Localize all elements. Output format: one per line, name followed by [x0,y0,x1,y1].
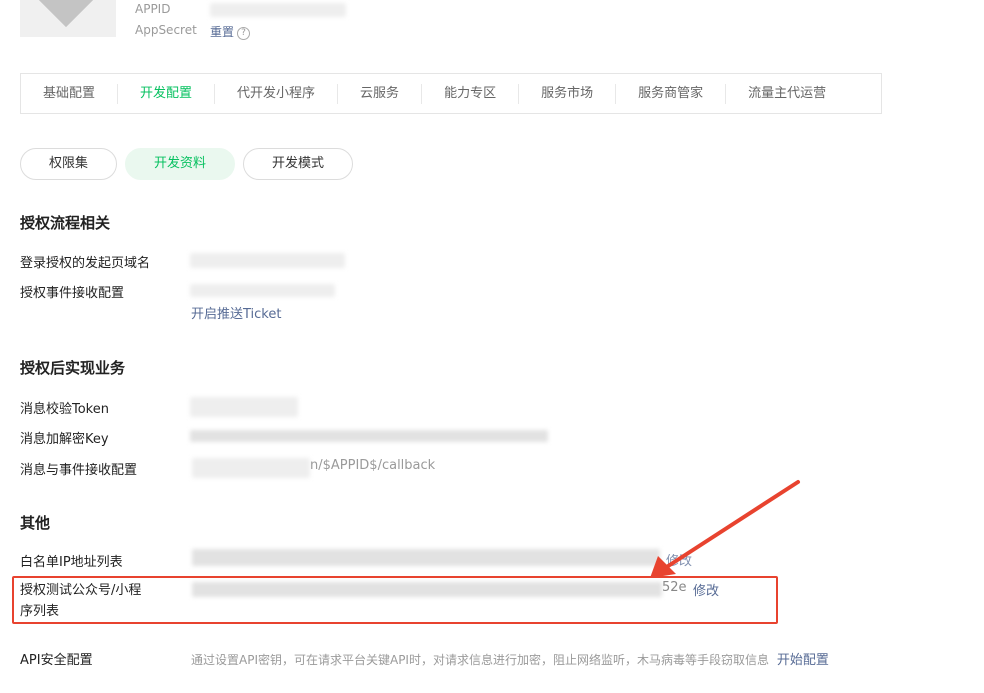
msg-event-value-redacted [192,458,310,478]
tab-basic-config[interactable]: 基础配置 [21,83,119,104]
login-domain-label: 登录授权的发起页域名 [20,256,151,271]
sub-tabs: 权限集 开发资料 开发模式 [20,148,354,180]
section-title-post-auth: 授权后实现业务 [20,359,126,377]
appid-label: APPID [135,2,171,16]
msg-event-label: 消息与事件接收配置 [20,463,138,478]
subtab-permissions[interactable]: 权限集 [20,148,118,180]
ip-whitelist-label: 白名单IP地址列表 [20,555,123,570]
msg-event-value-suffix: n/$APPID$/callback [310,458,436,473]
tab-service-manager[interactable]: 服务商管家 [616,83,727,104]
tab-dev-config[interactable]: 开发配置 [118,83,216,104]
main-tabs: 基础配置 开发配置 代开发小程序 云服务 能力专区 服务市场 服务商管家 流量主… [20,73,882,114]
help-icon[interactable]: ? [237,27,251,40]
key-value-redacted [190,430,548,442]
appsecret-label: AppSecret [135,23,197,37]
token-label: 消息校验Token [20,402,109,417]
tab-cloud-service[interactable]: 云服务 [338,83,423,104]
appid-value-redacted [210,3,346,17]
tab-service-market[interactable]: 服务市场 [519,83,617,104]
tab-traffic-operation[interactable]: 流量主代运营 [726,84,848,104]
reset-link[interactable]: 重置 [210,25,234,39]
section-title-auth-flow: 授权流程相关 [20,214,111,232]
push-ticket-link[interactable]: 开启推送Ticket [191,303,281,322]
annotation-arrow-icon [650,480,800,578]
key-label: 消息加解密Key [20,432,109,447]
api-security-row: 通过设置API密钥，可在请求平台关键API时，对请求信息进行加密，阻止网络监听，… [191,649,829,668]
subtab-dev-mode[interactable]: 开发模式 [243,148,354,180]
section-title-other: 其他 [20,514,51,532]
subtab-dev-info[interactable]: 开发资料 [125,148,236,180]
reset-secret[interactable]: 重置? [210,23,251,40]
tab-capabilities[interactable]: 能力专区 [422,83,520,104]
event-receive-value-redacted [190,284,335,297]
api-security-label: API安全配置 [20,653,93,668]
api-security-start-link[interactable]: 开始配置 [777,653,829,668]
api-security-desc: 通过设置API密钥，可在请求平台关键API时，对请求信息进行加密，阻止网络监听，… [191,653,769,667]
ip-whitelist-value-redacted [192,549,660,566]
token-value-redacted [190,397,298,417]
event-receive-label: 授权事件接收配置 [20,286,125,301]
login-domain-value-redacted [190,253,345,268]
app-avatar [20,0,116,37]
tab-dev-miniprogram[interactable]: 代开发小程序 [215,83,339,104]
